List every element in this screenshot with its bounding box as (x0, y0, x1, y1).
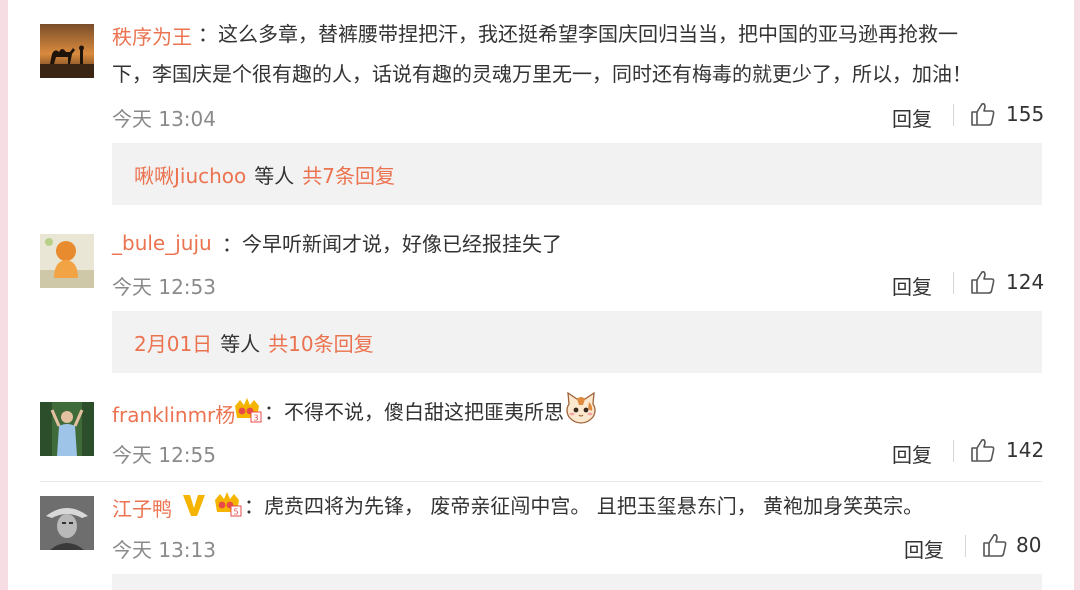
separator (953, 440, 954, 462)
comment-text: ：虎贲四将为先锋， 废帝亲征闯中宫。 且把玉玺悬东门， 黄袍加身笑英宗。 (244, 494, 924, 518)
thumbs-up-icon (971, 439, 995, 462)
svg-text:3: 3 (253, 414, 258, 423)
sub-reply-user[interactable]: 啾啾Jiuchoo (134, 160, 246, 189)
comment-time: 今天 13:04 (112, 107, 216, 131)
comment-time: 今天 12:55 (112, 443, 216, 467)
comment-text-line: 下，李国庆是个很有趣的人，话说有趣的灵魂万里无一，同时还有梅毒的就更少了，所以，… (112, 62, 972, 86)
comment-text: ：不得不说，傻白甜这把匪夷所思 (264, 400, 564, 424)
username[interactable]: 秩序为王 (112, 21, 192, 50)
separator (953, 272, 954, 294)
like-button[interactable]: 80 (982, 532, 1041, 558)
sub-replies-box[interactable] (112, 574, 1042, 590)
comment-time: 今天 12:53 (112, 275, 216, 299)
separator (953, 104, 954, 126)
sub-reply-etc: 等人 (254, 163, 295, 188)
crown-badge-icon: 5 (215, 492, 242, 517)
like-button[interactable]: 142 (970, 437, 1044, 463)
reply-button[interactable]: 回复 (892, 271, 932, 300)
like-count: 155 (1006, 102, 1045, 126)
reply-button[interactable]: 回复 (904, 534, 944, 563)
avatar-image (40, 234, 94, 288)
cat-emoji-icon (566, 392, 596, 424)
sub-reply-count[interactable]: 共7条回复 (302, 160, 395, 189)
comment-divider (40, 481, 1042, 482)
avatar-image (40, 24, 94, 78)
sub-replies-box[interactable]: 2月01日 等人 共10条回复 (112, 311, 1042, 373)
sub-reply-count[interactable]: 共10条回复 (268, 328, 373, 357)
avatar-image (40, 402, 94, 456)
avatar[interactable] (40, 234, 94, 288)
sub-reply-etc: 等人 (220, 331, 261, 356)
sub-reply-date[interactable]: 2月01日 (134, 328, 212, 357)
reply-button[interactable]: 回复 (892, 439, 932, 468)
avatar[interactable] (40, 496, 94, 550)
comment-text: ：今早听新闻才说，好像已经报挂失了 (222, 232, 562, 256)
separator (965, 535, 966, 557)
comment-text-line: ：不得不说，傻白甜这把匪夷所思 (264, 392, 598, 432)
reply-button[interactable]: 回复 (892, 103, 932, 132)
thumbs-up-icon (983, 534, 1007, 557)
like-count: 124 (1006, 270, 1045, 294)
comment-text-line: ：这么多章，替裤腰带捏把汗，我还挺希望李国庆回归当当，把中国的亚马逊再抢救一 (198, 22, 958, 46)
verified-v-icon (183, 495, 205, 516)
avatar[interactable] (40, 24, 94, 78)
like-button[interactable]: 155 (970, 101, 1044, 127)
avatar-image (40, 496, 94, 550)
page-frame-right (1074, 0, 1080, 590)
like-count: 80 (1016, 533, 1042, 557)
sub-replies-box[interactable]: 啾啾Jiuchoo 等人 共7条回复 (112, 143, 1042, 205)
page-frame-left (0, 0, 8, 590)
username[interactable]: _bule_juju (112, 231, 212, 255)
crown-badge-icon: 3 (235, 398, 262, 423)
username[interactable]: 江子鸭 (112, 493, 172, 522)
username[interactable]: franklinmr杨 (112, 399, 235, 428)
like-button[interactable]: 124 (970, 269, 1044, 295)
like-count: 142 (1006, 438, 1045, 462)
avatar[interactable] (40, 402, 94, 456)
svg-text:5: 5 (233, 508, 238, 517)
comment-time: 今天 13:13 (112, 538, 216, 562)
thumbs-up-icon (971, 103, 995, 126)
thumbs-up-icon (971, 271, 995, 294)
